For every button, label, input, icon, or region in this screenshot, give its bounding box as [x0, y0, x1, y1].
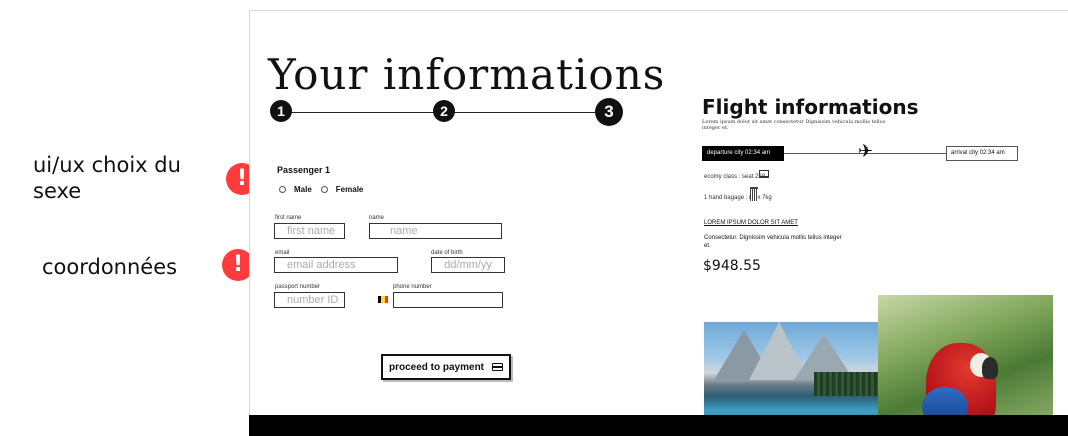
gender-radio-group: Male Female — [279, 185, 372, 194]
first-name-field[interactable]: first name — [274, 223, 345, 239]
passport-field[interactable]: number ID — [274, 292, 345, 308]
phone-field[interactable] — [393, 292, 503, 308]
male-label: Male — [294, 185, 312, 194]
passport-label: passport number — [275, 284, 321, 290]
details-link[interactable]: LOREM IPSUM DOLOR SIT AMET — [704, 220, 798, 226]
step-3[interactable]: 3 — [595, 98, 623, 126]
footer-bar — [249, 415, 1068, 436]
male-radio[interactable] — [279, 186, 286, 193]
gender-choice-note: ui/ux choix du sexe — [33, 153, 181, 203]
flag-stripe-red — [384, 296, 388, 303]
email-label: email — [275, 250, 290, 256]
flight-title: Flight informations — [702, 95, 919, 119]
airplane-icon: ✈ — [858, 141, 874, 162]
flight-subtitle: Lorem ipsum dolor sit amet consectetur D… — [702, 119, 886, 131]
dob-label: date of birth — [431, 250, 463, 256]
first-name-label: first name — [275, 215, 302, 221]
email-field[interactable]: email address — [274, 257, 398, 273]
bag-info: 1 hand bagage : max 7kg — [704, 195, 772, 201]
female-radio[interactable] — [320, 186, 328, 193]
phone-label: phone number — [393, 284, 432, 290]
passenger-heading: Passenger 1 — [277, 165, 331, 175]
name-label: name — [369, 215, 385, 221]
flight-description: Consectetur. Dignissim vehicula mollis t… — [704, 235, 842, 249]
credit-card-icon — [492, 363, 504, 371]
arrival-box: arrival city 02:34 am — [946, 146, 1018, 161]
female-label: Female — [335, 185, 364, 194]
luggage-icon — [750, 187, 758, 201]
page-title: Your informations — [268, 50, 666, 99]
dob-field[interactable]: dd/mm/yy — [431, 257, 505, 273]
class-info: ecomy class : seat 228 — [704, 174, 766, 180]
contact-details-note: coordonnées — [42, 255, 178, 279]
proceed-to-payment-button[interactable]: proceed to payment — [381, 354, 511, 380]
departure-box: departure city 02:34 am — [702, 146, 784, 161]
step-1[interactable]: 1 — [270, 100, 292, 122]
flight-price: $948.55 — [703, 258, 761, 274]
laptop-icon — [759, 170, 769, 178]
pay-button-label: proceed to payment — [388, 361, 485, 373]
belgium-flag-icon[interactable] — [378, 296, 388, 303]
name-field[interactable]: name — [369, 223, 502, 239]
step-2[interactable]: 2 — [433, 100, 455, 122]
